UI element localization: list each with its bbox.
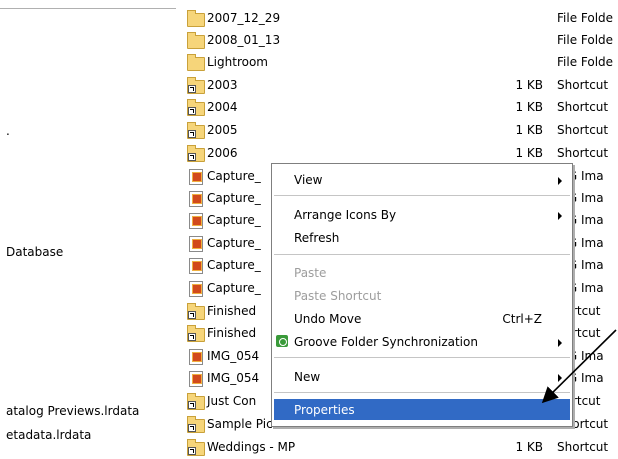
annotation-arrow-line: [541, 329, 617, 404]
annotation-arrow: [541, 329, 617, 404]
